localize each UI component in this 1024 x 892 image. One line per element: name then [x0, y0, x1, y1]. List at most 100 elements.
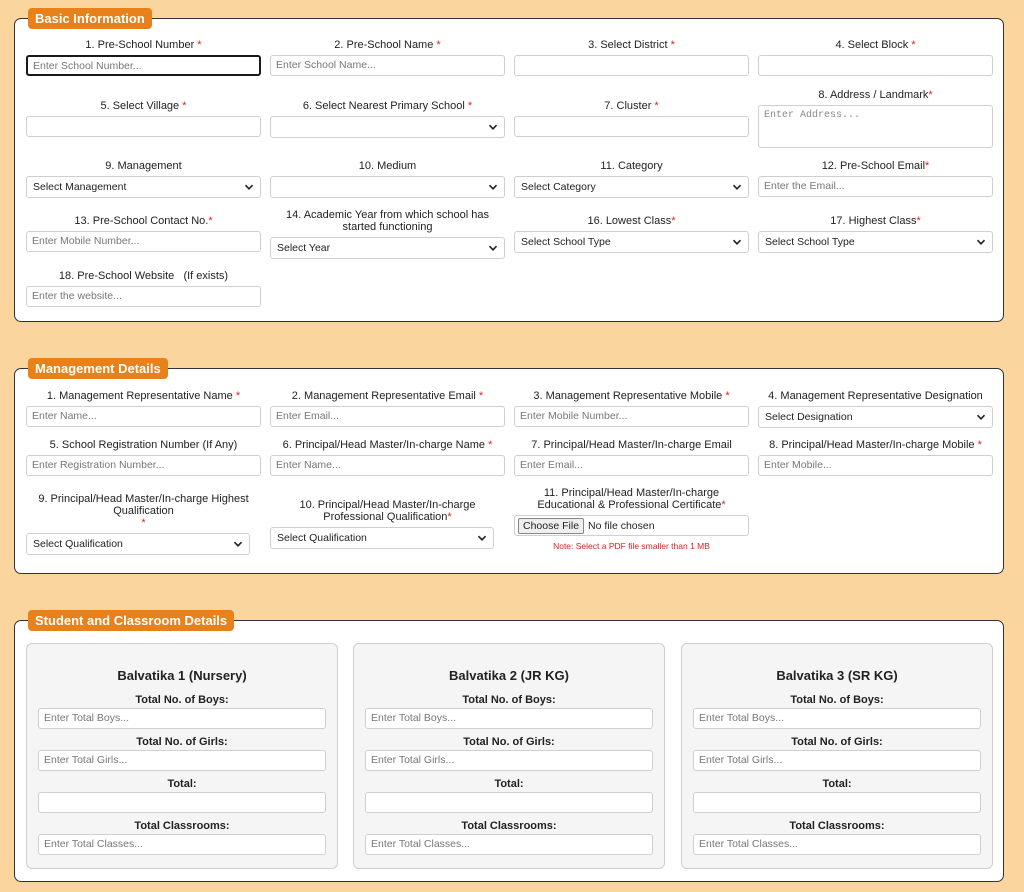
rep-email-label: 2. Management Representative Email	[291, 390, 476, 402]
highest-class-select[interactable]: Select School Type	[758, 231, 993, 253]
district-input[interactable]	[514, 55, 749, 76]
rep-email-input[interactable]: Enter Email...	[270, 406, 505, 427]
chevron-down-icon	[477, 535, 487, 541]
total-boys-input[interactable]: Enter Total Boys...	[693, 708, 981, 729]
academic-year-label: 14. Academic Year from which school has …	[285, 209, 489, 233]
contact-number-input[interactable]: Enter Mobile Number...	[26, 231, 261, 252]
management-field: 9. Management Select Management	[26, 160, 261, 198]
management-select[interactable]: Select Management	[26, 176, 261, 198]
required-marker: *	[977, 439, 982, 451]
chevron-down-icon	[233, 541, 243, 547]
certificate-field: 11. Principal/Head Master/In-charge Educ…	[514, 487, 749, 551]
academic-year-select[interactable]: Select Year	[270, 237, 505, 259]
select-value: Select Qualification	[33, 538, 123, 550]
block-field: 4. Select Block *	[758, 39, 993, 76]
website-input[interactable]: Enter the website...	[26, 286, 261, 307]
total-input[interactable]	[365, 792, 653, 813]
total-label: Total:	[494, 778, 524, 790]
highest-qualification-select[interactable]: Select Qualification	[26, 533, 250, 555]
total-classrooms-input[interactable]: Enter Total Classes...	[693, 834, 981, 855]
highest-qualification-label: 9. Principal/Head Master/In-charge Highe…	[38, 493, 249, 517]
pre-school-name-label: 2. Pre-School Name	[334, 39, 434, 51]
address-textarea[interactable]: Enter Address...	[758, 105, 993, 148]
address-field: 8. Address / Landmark* Enter Address...	[758, 89, 993, 148]
total-girls-input[interactable]: Enter Total Girls...	[693, 750, 981, 771]
medium-select[interactable]	[270, 176, 505, 198]
principal-mobile-input[interactable]: Enter Mobile...	[758, 455, 993, 476]
total-classrooms-input[interactable]: Enter Total Classes...	[38, 834, 326, 855]
block-label: 4. Select Block	[835, 39, 909, 51]
card-title: Balvatika 1 (Nursery)	[117, 668, 247, 683]
rep-mobile-input[interactable]: Enter Mobile Number...	[514, 406, 749, 427]
cluster-input[interactable]	[514, 116, 749, 137]
village-input[interactable]	[26, 116, 261, 137]
choose-file-button[interactable]: Choose File	[518, 517, 585, 534]
chevron-down-icon	[732, 239, 742, 245]
lowest-class-field: 16. Lowest Class* Select School Type	[514, 215, 749, 253]
block-input[interactable]	[758, 55, 993, 76]
total-boys-label: Total No. of Boys:	[790, 694, 884, 706]
registration-number-input[interactable]: Enter Registration Number...	[26, 455, 261, 476]
medium-label: 10. Medium	[358, 160, 417, 172]
total-input[interactable]	[693, 792, 981, 813]
required-marker: *	[235, 390, 241, 402]
total-label: Total:	[167, 778, 197, 790]
select-value: Select Designation	[765, 411, 853, 423]
certificate-file-input[interactable]: Choose File No file chosen	[514, 515, 749, 536]
total-label: Total:	[822, 778, 852, 790]
total-girls-input[interactable]: Enter Total Girls...	[38, 750, 326, 771]
principal-name-input[interactable]: Enter Name...	[270, 455, 505, 476]
principal-name-field: 6. Principal/Head Master/In-charge Name …	[270, 439, 505, 476]
basic-information-section: Basic Information 1. Pre-School Number *…	[14, 8, 1004, 322]
village-label: 5. Select Village	[100, 100, 180, 112]
district-label: 3. Select District	[588, 39, 668, 51]
chevron-down-icon	[244, 184, 254, 190]
required-marker: *	[654, 100, 659, 112]
required-marker: *	[478, 390, 484, 402]
required-marker: *	[208, 215, 213, 227]
total-boys-input[interactable]: Enter Total Boys...	[365, 708, 653, 729]
required-marker: *	[182, 100, 187, 112]
rep-designation-label: 4. Management Representative Designation	[768, 390, 983, 402]
principal-email-label: 7. Principal/Head Master/In-charge Email	[531, 439, 732, 451]
category-select[interactable]: Select Category	[514, 176, 749, 198]
rep-mobile-field: 3. Management Representative Mobile * En…	[514, 390, 749, 427]
card-title: Balvatika 3 (SR KG)	[776, 668, 898, 683]
total-boys-input[interactable]: Enter Total Boys...	[38, 708, 326, 729]
required-marker: *	[911, 39, 916, 51]
lowest-class-select[interactable]: Select School Type	[514, 231, 749, 253]
required-marker: *	[467, 100, 473, 112]
total-girls-label: Total No. of Girls:	[136, 736, 228, 748]
management-label: 9. Management	[105, 160, 182, 172]
rep-mobile-label: 3. Management Representative Mobile	[533, 390, 723, 402]
required-marker: *	[670, 39, 675, 51]
pre-school-number-input[interactable]: Enter School Number...	[26, 55, 261, 76]
total-boys-label: Total No. of Boys:	[462, 694, 556, 706]
address-label: 8. Address / Landmark	[818, 89, 929, 101]
chevron-down-icon	[488, 184, 498, 190]
principal-email-input[interactable]: Enter Email...	[514, 455, 749, 476]
total-input[interactable]	[38, 792, 326, 813]
pre-school-email-input[interactable]: Enter the Email...	[758, 176, 993, 197]
file-status: No file chosen	[588, 519, 655, 532]
professional-qualification-select[interactable]: Select Qualification	[270, 527, 494, 549]
balvatika-2-card: Balvatika 2 (JR KG) Total No. of Boys: E…	[353, 643, 665, 869]
required-marker: *	[447, 511, 452, 523]
principal-name-label: 6. Principal/Head Master/In-charge Name	[282, 439, 486, 451]
rep-name-label: 1. Management Representative Name	[46, 390, 233, 402]
pre-school-name-input[interactable]: Enter School Name...	[270, 55, 505, 76]
required-marker: *	[436, 39, 441, 51]
total-boys-label: Total No. of Boys:	[135, 694, 229, 706]
nearest-primary-school-select[interactable]	[270, 116, 505, 138]
total-classrooms-input[interactable]: Enter Total Classes...	[365, 834, 653, 855]
rep-designation-select[interactable]: Select Designation	[758, 406, 993, 428]
required-marker: *	[141, 517, 146, 529]
chevron-down-icon	[488, 245, 498, 251]
medium-field: 10. Medium	[270, 160, 505, 198]
rep-name-input[interactable]: Enter Name...	[26, 406, 261, 427]
required-marker: *	[721, 499, 726, 511]
total-girls-input[interactable]: Enter Total Girls...	[365, 750, 653, 771]
pre-school-number-field: 1. Pre-School Number * Enter School Numb…	[26, 39, 261, 76]
select-value: Select School Type	[521, 236, 611, 248]
academic-year-field: 14. Academic Year from which school has …	[270, 209, 505, 259]
